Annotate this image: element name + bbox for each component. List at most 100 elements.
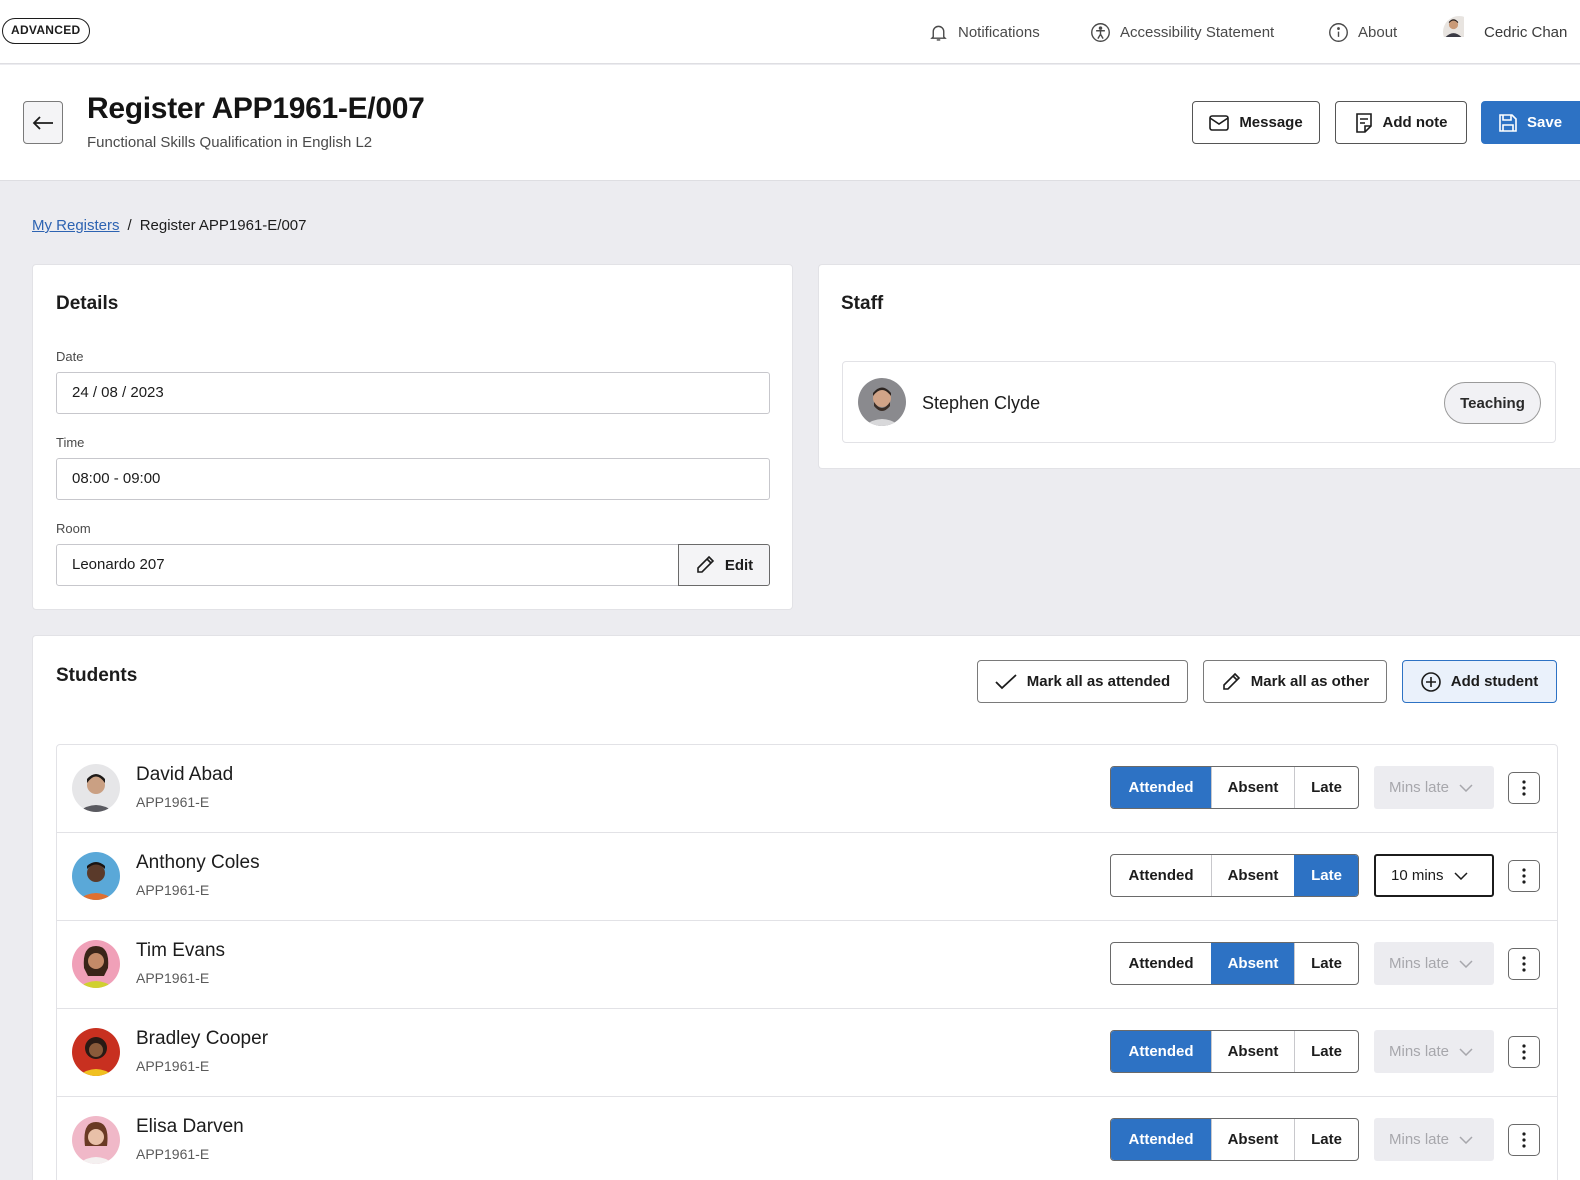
staff-avatar	[858, 378, 906, 426]
chevron-down-icon	[1454, 871, 1468, 880]
envelope-icon	[1209, 114, 1230, 131]
message-label: Message	[1239, 114, 1303, 131]
late-option[interactable]: Late	[1294, 855, 1358, 896]
late-option[interactable]: Late	[1294, 767, 1358, 808]
accessibility-link[interactable]: Accessibility Statement	[1090, 0, 1274, 64]
row-menu-button[interactable]	[1508, 860, 1540, 892]
chevron-down-icon	[1459, 783, 1473, 792]
student-row: Anthony Coles APP1961-E Attended Absent …	[57, 833, 1557, 921]
mins-late-select: Mins late	[1374, 1118, 1494, 1161]
plus-circle-icon	[1420, 671, 1441, 692]
attendance-toggle: Attended Absent Late	[1110, 942, 1359, 985]
accessibility-icon	[1091, 22, 1110, 42]
room-label: Room	[56, 521, 91, 536]
mins-late-select: Mins late	[1374, 766, 1494, 809]
attendance-toggle: Attended Absent Late	[1110, 1030, 1359, 1073]
edit-label: Edit	[724, 556, 754, 574]
absent-option[interactable]: Absent	[1211, 1119, 1294, 1160]
row-menu-button[interactable]	[1508, 1036, 1540, 1068]
date-field[interactable]: 24 / 08 / 2023	[56, 372, 770, 414]
add-note-label: Add note	[1382, 114, 1448, 131]
student-name: Tim Evans	[136, 940, 226, 961]
student-avatar	[72, 940, 120, 988]
absent-option[interactable]: Absent	[1211, 943, 1294, 984]
notifications-link[interactable]: Notifications	[928, 0, 1040, 64]
add-student-button[interactable]: Add student	[1402, 660, 1557, 703]
students-title: Students	[56, 665, 138, 686]
info-icon	[1329, 22, 1348, 42]
student-id: APP1961-E	[136, 970, 210, 986]
mark-attended-label: Mark all as attended	[1026, 673, 1171, 690]
mins-late-value: Mins late	[1389, 1131, 1450, 1148]
late-option[interactable]: Late	[1294, 1119, 1358, 1160]
attended-option[interactable]: Attended	[1111, 1119, 1211, 1160]
attended-option[interactable]: Attended	[1111, 767, 1211, 808]
mins-late-value: 10 mins	[1391, 867, 1444, 884]
time-field[interactable]: 08:00 - 09:00	[56, 458, 770, 500]
mins-late-select[interactable]: 10 mins	[1374, 854, 1494, 897]
student-id: APP1961-E	[136, 1146, 210, 1162]
kebab-menu-icon	[1522, 956, 1526, 972]
staff-row: Stephen Clyde Teaching	[842, 361, 1556, 443]
edit-room-button[interactable]: Edit	[678, 544, 770, 586]
mark-all-other-button[interactable]: Mark all as other	[1203, 660, 1387, 703]
user-menu[interactable]: Cedric Chan	[1443, 0, 1567, 64]
student-row: Elisa Darven APP1961-E Attended Absent L…	[57, 1097, 1557, 1180]
mins-late-select: Mins late	[1374, 942, 1494, 985]
room-field[interactable]: Leonardo 207	[56, 544, 680, 586]
student-avatar	[72, 764, 120, 812]
late-option[interactable]: Late	[1294, 943, 1358, 984]
about-label: About	[1358, 23, 1398, 41]
chevron-down-icon	[1459, 959, 1473, 968]
mark-all-attended-button[interactable]: Mark all as attended	[977, 660, 1188, 703]
save-button[interactable]: Save	[1481, 101, 1580, 144]
absent-option[interactable]: Absent	[1211, 767, 1294, 808]
row-menu-button[interactable]	[1508, 948, 1540, 980]
back-button[interactable]	[23, 101, 63, 144]
breadcrumb-separator: /	[127, 217, 132, 234]
attended-option[interactable]: Attended	[1111, 943, 1211, 984]
chevron-down-icon	[1459, 1135, 1473, 1144]
student-avatar	[72, 1028, 120, 1076]
late-option[interactable]: Late	[1294, 1031, 1358, 1072]
breadcrumb: My Registers / Register APP1961-E/007	[32, 217, 306, 234]
breadcrumb-my-registers[interactable]: My Registers	[32, 217, 120, 234]
pencil-icon	[1222, 672, 1240, 690]
row-menu-button[interactable]	[1508, 772, 1540, 804]
student-name: Bradley Cooper	[136, 1028, 269, 1049]
top-bar: ADVANCED Notifications Accessibility Sta…	[0, 0, 1580, 64]
time-label: Time	[56, 435, 85, 450]
breadcrumb-current: Register APP1961-E/007	[139, 217, 307, 234]
student-id: APP1961-E	[136, 882, 210, 898]
about-link[interactable]: About	[1328, 0, 1397, 64]
mins-late-value: Mins late	[1389, 1043, 1450, 1060]
student-name: David Abad	[136, 764, 234, 785]
date-label: Date	[56, 349, 84, 364]
kebab-menu-icon	[1522, 868, 1526, 884]
add-note-button[interactable]: Add note	[1335, 101, 1467, 144]
page-title: Register APP1961-E/007	[87, 92, 425, 125]
staff-title: Staff	[841, 293, 884, 314]
staff-card: Staff Stephen Clyde Teaching	[818, 264, 1580, 469]
student-row: Bradley Cooper APP1961-E Attended Absent…	[57, 1009, 1557, 1097]
attended-option[interactable]: Attended	[1111, 855, 1211, 896]
attendance-toggle: Attended Absent Late	[1110, 766, 1359, 809]
chevron-down-icon	[1459, 1047, 1473, 1056]
student-id: APP1961-E	[136, 1058, 210, 1074]
floppy-disk-icon	[1499, 113, 1517, 132]
mode-badge: ADVANCED	[2, 18, 90, 44]
attended-option[interactable]: Attended	[1111, 1031, 1211, 1072]
student-row: Tim Evans APP1961-E Attended Absent Late…	[57, 921, 1557, 1009]
absent-option[interactable]: Absent	[1211, 1031, 1294, 1072]
message-button[interactable]: Message	[1192, 101, 1320, 144]
row-menu-button[interactable]	[1508, 1124, 1540, 1156]
student-id: APP1961-E	[136, 794, 210, 810]
accessibility-label: Accessibility Statement	[1120, 23, 1275, 41]
student-row: David Abad APP1961-E Attended Absent Lat…	[57, 745, 1557, 833]
absent-option[interactable]: Absent	[1211, 855, 1294, 896]
details-title: Details	[56, 293, 119, 314]
student-avatar	[72, 852, 120, 900]
mark-other-label: Mark all as other	[1250, 673, 1370, 690]
student-avatar	[72, 1116, 120, 1164]
arrow-left-icon	[32, 115, 53, 130]
